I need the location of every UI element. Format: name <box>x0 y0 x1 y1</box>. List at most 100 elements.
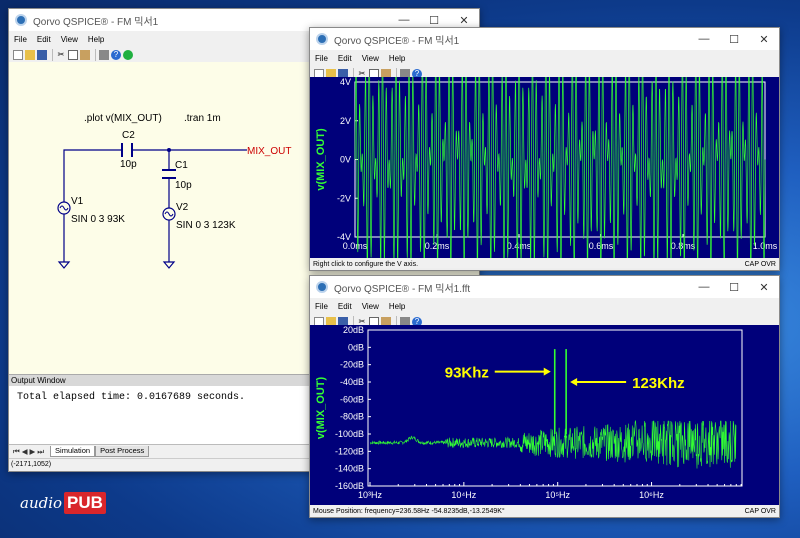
menu-edit[interactable]: Edit <box>333 54 357 63</box>
fft-status-caps: CAP OVR <box>744 507 776 515</box>
time-titlebar[interactable]: Qorvo QSPICE® - FM 믹서1 — ☐ ✕ <box>310 28 779 50</box>
save-icon[interactable] <box>37 50 47 60</box>
time-title: Qorvo QSPICE® - FM 믹서1 <box>334 35 460 47</box>
v2-label: V2 <box>176 202 189 213</box>
minimize-button[interactable]: — <box>689 28 719 50</box>
fft-plot-area[interactable]: 20dB 0dB -20dB -40dB -60dB -80dB -100dB -120dB -… <box>310 325 779 505</box>
qspice-app-icon <box>316 281 328 293</box>
net-label-mix-out: MIX_OUT <box>247 146 291 157</box>
cut-icon[interactable]: ✂ <box>56 50 66 60</box>
y-tick-label: -40dB <box>340 377 364 387</box>
y-tick-label: 4V <box>340 77 351 87</box>
menu-view[interactable]: View <box>357 54 384 63</box>
y-tick-label: -60dB <box>340 394 364 404</box>
y-axis-label: v(MIX_OUT) <box>315 376 327 439</box>
x-tick-label: 0.8ms <box>671 241 696 251</box>
schematic-title: Qorvo QSPICE® - FM 믹서1 <box>33 16 159 28</box>
y-tick-label: 20dB <box>343 325 364 335</box>
tran-directive: .tran 1m <box>184 113 221 124</box>
tab-post-process[interactable]: Post Process <box>95 446 150 457</box>
qspice-app-icon <box>15 14 27 26</box>
y-tick-label: -140dB <box>335 464 364 474</box>
menu-file[interactable]: File <box>310 302 333 311</box>
fft-title: Qorvo QSPICE® - FM 믹서1.fft <box>334 283 471 295</box>
menu-view[interactable]: View <box>56 35 83 44</box>
annotation-123khz: 123Khz <box>632 375 685 392</box>
toolbar-separator <box>52 49 53 61</box>
series-line <box>369 419 737 469</box>
help-icon[interactable]: ? <box>111 50 121 60</box>
annotation-arrowhead <box>543 367 551 376</box>
logo-audio-text: audio <box>20 494 63 512</box>
x-tick-label: 10³Hz <box>358 490 383 500</box>
audiopub-logo: audio PUB <box>20 492 106 514</box>
plot-directive: .plot v(MIX_OUT) <box>84 113 162 124</box>
time-plot-svg: 4V2V0V-2V-4V0.0ms 0.2ms 0.4ms 0.6ms 0.8ms 1.0… <box>315 43 778 276</box>
menu-help[interactable]: Help <box>83 35 109 44</box>
toolbar-separator <box>95 49 96 61</box>
fft-plot-svg: 20dB 0dB -20dB -40dB -60dB -80dB -100dB -120dB -… <box>315 325 743 500</box>
y-tick-label: -2V <box>337 193 351 203</box>
v2-value: SIN 0 3 123K <box>176 220 236 231</box>
time-statusbar: Right click to configure the V axis. CAP… <box>310 258 779 270</box>
time-menubar: File Edit View Help <box>310 50 779 66</box>
menu-help[interactable]: Help <box>384 302 410 311</box>
c1-value: 10p <box>175 180 192 191</box>
logo-pub-text: PUB <box>64 492 106 514</box>
y-tick-label: -20dB <box>340 360 364 370</box>
y-tick-label: 2V <box>340 116 351 126</box>
y-tick-label: -100dB <box>335 429 364 439</box>
output-text: Total elapsed time: 0.0167689 seconds. <box>17 392 246 403</box>
time-status-text: Right click to configure the V axis. <box>313 260 419 268</box>
minimize-button[interactable]: — <box>689 276 719 298</box>
time-status-caps: CAP OVR <box>744 260 776 268</box>
x-tick-label: 0.4ms <box>507 241 532 251</box>
v1-label: V1 <box>71 196 84 207</box>
y-axis-label: v(MIX_OUT) <box>315 128 327 191</box>
c2-label: C2 <box>122 130 135 141</box>
cursor-coords: (-2171,1052) <box>11 461 52 468</box>
print-icon[interactable] <box>99 50 109 60</box>
tab-simulation[interactable]: Simulation <box>50 446 96 457</box>
y-tick-label: 0dB <box>348 342 364 352</box>
x-tick-label: 10⁶Hz <box>639 490 664 500</box>
menu-file[interactable]: File <box>9 35 32 44</box>
tab-nav-arrows-icon[interactable]: ⏮◀▶⏭ <box>13 447 46 457</box>
fft-menubar: File Edit View Help <box>310 298 779 314</box>
menu-help[interactable]: Help <box>384 54 410 63</box>
annotation-93khz: 93Khz <box>445 365 489 382</box>
time-plot-area[interactable]: 4V 2V 0V -2V -4V 0.0ms 0.2ms 0.4ms 0.6ms 0.8ms 1.0… <box>310 43 779 276</box>
x-tick-label: 10⁵Hz <box>545 490 570 500</box>
x-tick-label: 1.0ms <box>753 241 778 251</box>
x-tick-label: 10⁴Hz <box>451 490 476 500</box>
junction-dot <box>167 148 171 152</box>
annotation-arrowhead <box>570 378 578 386</box>
fft-status-text: Mouse Position: frequency=236.58Hz -54.8… <box>313 507 505 515</box>
c1-label: C1 <box>175 160 188 171</box>
fft-statusbar: Mouse Position: frequency=236.58Hz -54.8… <box>310 505 779 517</box>
new-file-icon[interactable] <box>13 50 23 60</box>
maximize-button[interactable]: ☐ <box>719 276 749 298</box>
close-button[interactable]: ✕ <box>749 28 779 50</box>
menu-file[interactable]: File <box>310 54 333 63</box>
maximize-button[interactable]: ☐ <box>719 28 749 50</box>
open-folder-icon[interactable] <box>25 50 35 60</box>
menu-edit[interactable]: Edit <box>333 302 357 311</box>
y-tick-label: 0V <box>340 155 351 165</box>
ground-icon <box>162 261 176 269</box>
menu-edit[interactable]: Edit <box>32 35 56 44</box>
close-button[interactable]: ✕ <box>749 276 779 298</box>
run-icon[interactable] <box>123 50 133 60</box>
x-tick-label: 0.0ms <box>343 241 368 251</box>
y-tick-label: -80dB <box>340 412 364 422</box>
fft-titlebar[interactable]: Qorvo QSPICE® - FM 믹서1.fft — ☐ ✕ <box>310 276 779 298</box>
series-line <box>354 43 766 276</box>
y-tick-label: -120dB <box>335 446 364 456</box>
qspice-app-icon <box>316 33 328 45</box>
v1-value: SIN 0 3 93K <box>71 214 125 225</box>
c2-value: 10p <box>120 159 137 170</box>
menu-view[interactable]: View <box>357 302 384 311</box>
ground-icon <box>57 261 71 269</box>
copy-icon[interactable] <box>68 50 78 60</box>
paste-icon[interactable] <box>80 50 90 60</box>
